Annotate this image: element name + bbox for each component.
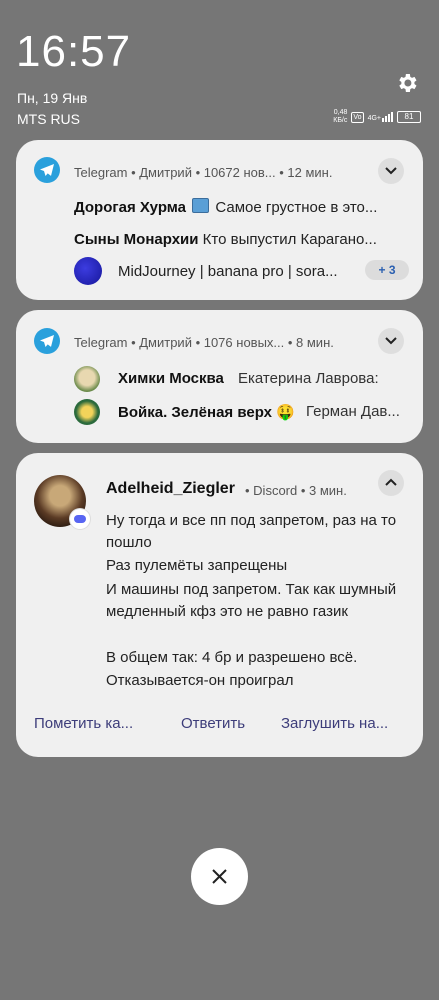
chat-avatar — [74, 366, 100, 392]
message-text: И машины под запретом. Так как шумный ме… — [106, 581, 397, 620]
close-icon — [212, 869, 227, 884]
network-speed: 0,48 КБ/с — [333, 109, 348, 124]
telegram-notification-1[interactable]: Telegram • Дмитрий • 10672 нов... • 12 м… — [16, 140, 423, 300]
chat-name: Войка. Зелёная верх 🤑 — [118, 404, 295, 421]
date: Пн, 19 Янв — [17, 90, 88, 106]
message-row: MidJourney | banana pro | sora... — [118, 263, 338, 280]
mark-read-button[interactable]: Пометить ка... — [34, 715, 133, 732]
clear-all-button[interactable] — [191, 848, 248, 905]
notification-meta: • Discord • 3 мин. — [245, 483, 347, 498]
message-text: В общем так: 4 бр и разрешено всё. — [106, 649, 358, 666]
telegram-notification-2[interactable]: Telegram • Дмитрий • 1076 новых... • 8 м… — [16, 310, 423, 443]
clock: 16:57 — [16, 27, 132, 76]
battery-icon: 81 — [397, 111, 421, 123]
message-preview: Екатерина Лаврова: — [238, 370, 379, 387]
message-text: Раз пулемёты запрещены — [106, 557, 288, 574]
discord-icon — [70, 509, 90, 529]
message-row: Сыны Монархии Кто выпустил Карагано... — [74, 231, 377, 248]
system-icons: 0,48 КБ/с Vo 4G+ 81 — [333, 109, 421, 125]
carrier-name: MTS RUS — [17, 111, 80, 127]
chevron-up-icon[interactable] — [378, 470, 404, 496]
picture-emoji-icon — [192, 198, 210, 213]
status-bar: 16:57 Пн, 19 Янв MTS RUS 0,48 КБ/с Vo 4G… — [0, 0, 439, 140]
chat-avatar — [74, 257, 102, 285]
message-preview: Герман Дав... — [306, 403, 400, 420]
chevron-down-icon[interactable] — [378, 158, 404, 184]
telegram-icon — [34, 328, 60, 354]
gear-icon[interactable] — [395, 71, 419, 95]
notification-header: Telegram • Дмитрий • 1076 новых... • 8 м… — [74, 335, 334, 350]
discord-notification[interactable]: Adelheid_Ziegler • Discord • 3 мин. Ну т… — [16, 453, 423, 757]
signal-icon: 4G+ — [368, 112, 393, 122]
mute-button[interactable]: Заглушить на... — [281, 715, 388, 732]
message-row: Дорогая Хурма Самое грустное в это... — [74, 198, 378, 216]
sender-name: Adelheid_Ziegler — [106, 480, 235, 497]
chat-avatar — [74, 399, 100, 425]
more-count-badge[interactable]: + 3 — [365, 260, 409, 280]
reply-button[interactable]: Ответить — [181, 715, 245, 732]
volte-icon: Vo — [351, 111, 364, 123]
message-text: Ну тогда и все пп под запретом, раз на т… — [106, 512, 397, 551]
telegram-icon — [34, 157, 60, 183]
chat-name: Химки Москва — [118, 370, 224, 387]
notification-header: Telegram • Дмитрий • 10672 нов... • 12 м… — [74, 165, 333, 180]
chevron-down-icon[interactable] — [378, 328, 404, 354]
message-text: Отказывается-он проиграл — [106, 672, 294, 689]
